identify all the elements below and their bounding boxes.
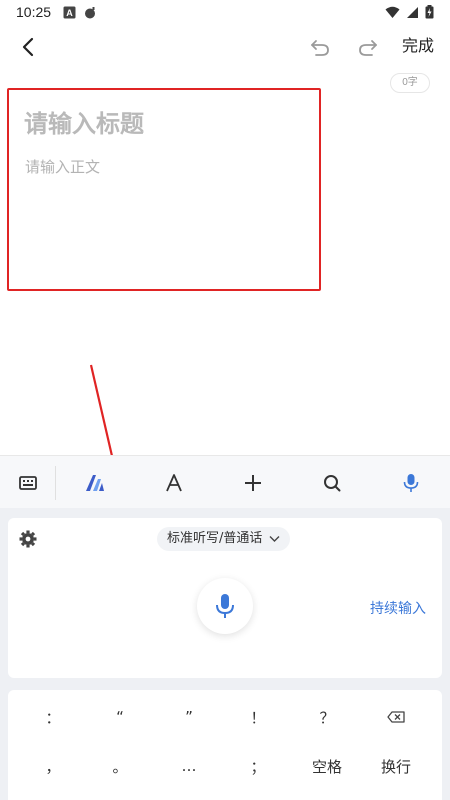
microphone-icon bbox=[216, 594, 234, 618]
search-icon[interactable] bbox=[317, 468, 347, 498]
chevron-left-icon[interactable] bbox=[16, 34, 42, 60]
annotation-box-editor bbox=[7, 88, 321, 291]
dictation-mode-select[interactable]: 标准听写/普通话 bbox=[157, 527, 290, 551]
status-time: 10:25 bbox=[16, 4, 52, 20]
backspace-icon bbox=[387, 711, 405, 723]
enter-key[interactable]: 换行 bbox=[366, 746, 426, 786]
key-right-quote[interactable]: ” bbox=[159, 697, 219, 737]
gear-icon[interactable] bbox=[18, 529, 38, 549]
key-comma[interactable]: ， bbox=[23, 746, 83, 786]
space-key[interactable]: 空格 bbox=[297, 746, 357, 786]
key-ellipsis[interactable]: … bbox=[159, 746, 219, 786]
text-app-icon: A bbox=[63, 6, 76, 18]
voice-record-button[interactable] bbox=[197, 578, 253, 634]
chevron-down-icon bbox=[269, 535, 280, 542]
redo-icon[interactable] bbox=[356, 35, 380, 59]
font-icon[interactable] bbox=[159, 468, 189, 498]
status-right-icons bbox=[385, 5, 434, 19]
key-left-quote[interactable]: “ bbox=[90, 697, 150, 737]
app-bar: 完成 bbox=[0, 26, 450, 66]
key-semicolon[interactable]: ； bbox=[228, 746, 288, 786]
plus-icon[interactable] bbox=[238, 468, 268, 498]
status-bar: 10:25 A bbox=[0, 0, 450, 24]
toolbar-divider bbox=[55, 466, 56, 500]
wifi-icon bbox=[385, 6, 400, 18]
key-colon[interactable]: ： bbox=[23, 697, 83, 737]
svg-text:A: A bbox=[66, 8, 73, 18]
undo-icon[interactable] bbox=[308, 35, 332, 59]
signal-icon bbox=[407, 6, 418, 18]
bomb-icon bbox=[85, 6, 96, 18]
keyboard-icon[interactable] bbox=[13, 468, 43, 498]
ai-logo-icon[interactable] bbox=[80, 468, 110, 498]
key-period[interactable]: 。 bbox=[90, 746, 150, 786]
word-count-badge: 0字 bbox=[390, 73, 430, 93]
done-button[interactable]: 完成 bbox=[402, 34, 434, 58]
keyboard-toolbar bbox=[0, 455, 450, 508]
backspace-key[interactable] bbox=[366, 697, 426, 737]
battery-charging-icon bbox=[425, 5, 434, 19]
key-question[interactable]: ？ bbox=[297, 697, 357, 737]
key-exclamation[interactable]: ！ bbox=[228, 697, 288, 737]
continuous-input-button[interactable]: 持续输入 bbox=[370, 598, 426, 618]
dictation-mode-label: 标准听写/普通话 bbox=[167, 531, 263, 546]
microphone-icon[interactable] bbox=[396, 468, 426, 498]
